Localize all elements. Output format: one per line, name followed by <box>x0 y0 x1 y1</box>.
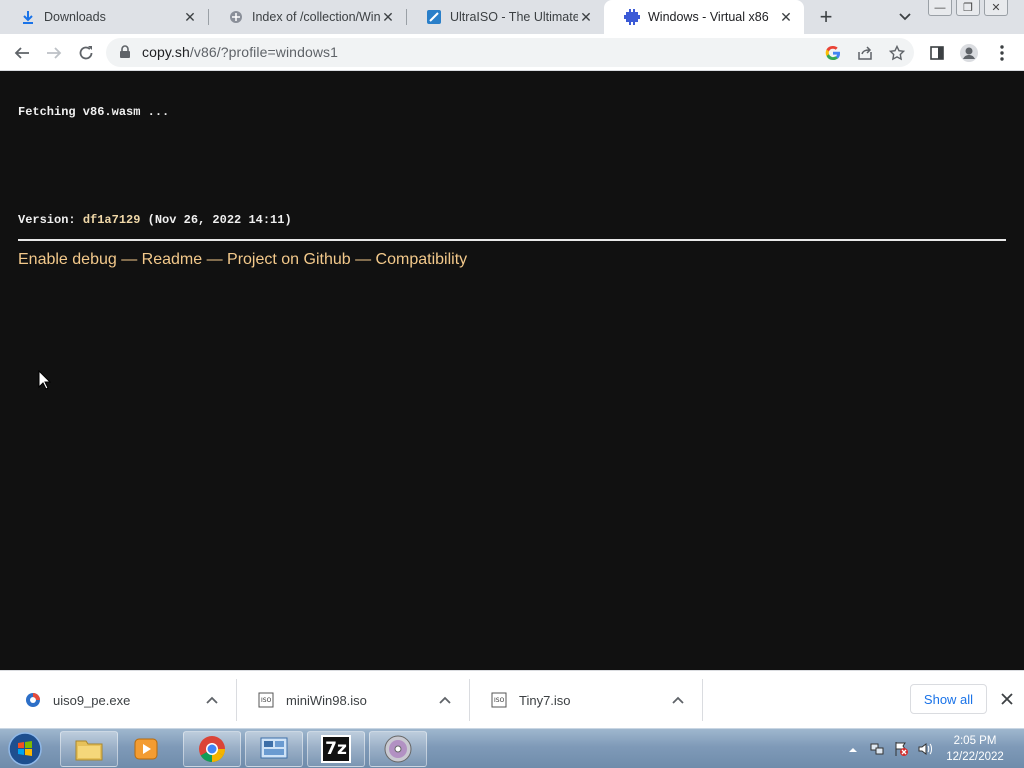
chevron-up-icon[interactable] <box>668 690 688 710</box>
chevron-up-icon[interactable] <box>202 690 222 710</box>
menu-button[interactable] <box>989 40 1015 66</box>
control-panel-icon <box>260 737 288 759</box>
tab-title: UltraISO - The Ultimate IS <box>450 10 578 24</box>
show-all-button[interactable]: Show all <box>910 684 987 714</box>
show-hidden-icons-icon[interactable] <box>844 740 862 758</box>
enable-debug-link[interactable]: Enable debug <box>18 251 117 268</box>
reload-button[interactable] <box>73 40 99 66</box>
download-filename: uiso9_pe.exe <box>53 692 131 708</box>
google-lens-button[interactable] <box>822 42 844 64</box>
taskbar-dvd[interactable] <box>369 731 427 767</box>
profile-avatar-icon <box>960 44 978 62</box>
close-icon[interactable]: ✕ <box>182 9 198 25</box>
7zip-icon: 7z <box>321 735 351 763</box>
taskbar-chrome[interactable] <box>183 731 241 767</box>
minimize-button[interactable]: — <box>928 0 952 16</box>
chevron-down-icon <box>899 13 911 21</box>
compatibility-link[interactable]: Compatibility <box>376 251 468 268</box>
lock-icon <box>120 45 130 58</box>
divider <box>18 239 1006 241</box>
share-icon <box>858 46 872 60</box>
more-vert-icon <box>1000 45 1004 61</box>
github-link[interactable]: Project on Github <box>227 251 351 268</box>
download-filename: Tiny7.iso <box>519 692 571 708</box>
clock-date: 12/22/2022 <box>946 751 1004 763</box>
taskbar-control-panel[interactable] <box>245 731 303 767</box>
tab-ultraiso[interactable]: UltraISO - The Ultimate IS ✕ <box>406 0 604 34</box>
tab-strip: Downloads ✕ Index of /collection/Wind ✕ … <box>0 0 1024 34</box>
svg-text:ISO: ISO <box>494 697 505 704</box>
dvd-icon <box>384 735 412 763</box>
close-icon[interactable]: ✕ <box>380 9 396 25</box>
clock-time: 2:05 PM <box>953 735 997 747</box>
version-hash[interactable]: df1a7129 <box>83 213 141 227</box>
svg-text:ISO: ISO <box>261 697 272 704</box>
explorer-icon <box>75 740 103 761</box>
tab-title: Index of /collection/Wind <box>252 10 380 24</box>
taskbar-media-player[interactable] <box>121 731 173 767</box>
tab-title: Windows - Virtual x86 <box>648 10 769 24</box>
tab-windows-virtual-x86[interactable]: Windows - Virtual x86 ✕ <box>604 0 804 34</box>
forward-arrow-icon <box>47 47 62 59</box>
back-arrow-icon <box>14 47 29 59</box>
page-content: Fetching v86.wasm ... Version: df1a7129 … <box>0 71 1024 670</box>
version-line: Version: df1a7129 (Nov 26, 2022 14:11) <box>18 213 292 227</box>
bookmark-button[interactable] <box>886 42 908 64</box>
iso-file-icon: ISO <box>490 691 508 709</box>
volume-icon[interactable] <box>916 740 934 758</box>
taskbar-7zip[interactable]: 7z <box>307 731 365 767</box>
v86-icon <box>624 9 640 25</box>
address-bar[interactable]: copy.sh/v86/?profile=windows1 <box>106 38 914 67</box>
iso-file-icon: ISO <box>257 691 275 709</box>
system-clock[interactable]: 2:05 PM 12/22/2022 <box>940 733 1010 765</box>
google-icon <box>825 45 841 61</box>
windows-taskbar: 7z 2:05 PM 12/22/2022 <box>0 728 1024 768</box>
ultraiso-icon <box>426 9 442 25</box>
restore-button[interactable]: ❐ <box>956 0 980 16</box>
tab-index-collection[interactable]: Index of /collection/Wind ✕ <box>208 0 406 34</box>
window-controls: — ❐ ✕ <box>928 0 1012 16</box>
close-icon[interactable]: ✕ <box>578 9 594 25</box>
readme-link[interactable]: Readme <box>142 251 202 268</box>
action-center-icon[interactable] <box>892 740 910 758</box>
network-icon[interactable] <box>868 740 886 758</box>
download-item[interactable]: uiso9_pe.exe <box>4 679 237 721</box>
new-tab-button[interactable]: + <box>814 4 838 29</box>
profile-button[interactable] <box>956 40 982 66</box>
forward-button[interactable] <box>41 40 67 66</box>
archive-icon <box>228 9 244 25</box>
download-icon <box>20 9 36 25</box>
close-icon[interactable]: ✕ <box>778 9 794 25</box>
page-links: Enable debug — Readme — Project on Githu… <box>18 251 468 268</box>
media-player-icon <box>134 738 158 760</box>
url-text: copy.sh/v86/?profile=windows1 <box>142 44 339 60</box>
system-tray <box>844 729 940 768</box>
download-item[interactable]: ISO Tiny7.iso <box>470 679 703 721</box>
download-item[interactable]: ISO miniWin98.iso <box>237 679 470 721</box>
download-filename: miniWin98.iso <box>286 692 367 708</box>
fetching-status: Fetching v86.wasm ... <box>18 105 170 119</box>
tab-downloads[interactable]: Downloads ✕ <box>0 0 208 34</box>
tab-title: Downloads <box>44 10 106 24</box>
share-button[interactable] <box>854 42 876 64</box>
back-button[interactable] <box>9 40 35 66</box>
chrome-icon <box>199 736 226 763</box>
side-panel-button[interactable] <box>924 40 950 66</box>
taskbar-explorer[interactable] <box>60 731 118 767</box>
close-window-button[interactable]: ✕ <box>984 0 1008 16</box>
windows-logo-icon <box>8 732 42 766</box>
downloads-bar: uiso9_pe.exe ISO miniWin98.iso ISO Tiny7… <box>0 670 1024 728</box>
star-icon <box>889 45 905 61</box>
chevron-up-icon[interactable] <box>435 690 455 710</box>
side-panel-icon <box>930 46 944 60</box>
browser-toolbar: copy.sh/v86/?profile=windows1 <box>0 34 1024 71</box>
tab-search-button[interactable] <box>894 6 916 28</box>
installer-icon <box>24 691 42 709</box>
reload-icon <box>79 46 93 60</box>
mouse-cursor-icon <box>38 370 51 390</box>
close-icon[interactable] <box>997 689 1017 709</box>
start-button[interactable] <box>6 731 44 767</box>
